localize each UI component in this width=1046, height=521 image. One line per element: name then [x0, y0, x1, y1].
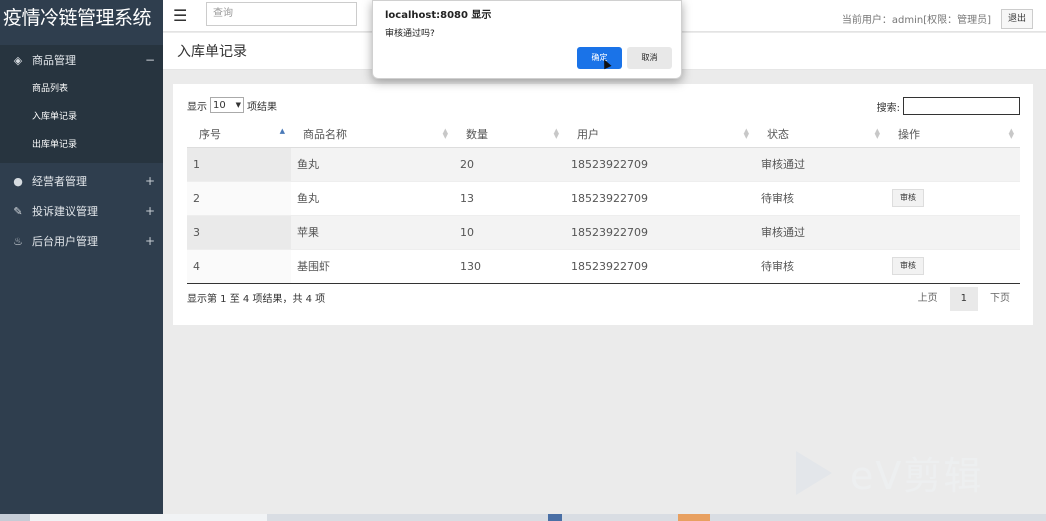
search-label: 搜索: — [876, 102, 900, 114]
cell-name: 基围虾 — [291, 248, 454, 284]
pagination: 上页 1 下页 — [908, 287, 1020, 311]
cell-name: 苹果 — [291, 214, 454, 249]
collapse-icon[interactable]: − — [145, 53, 155, 67]
edit-icon: ✎ — [13, 204, 23, 218]
records-panel: 显示 10 ▼ 项结果 搜索: 序号 ▲ 商品名称 ▲ ▼ 数量 ▲ ▼ 用户 … — [173, 84, 1033, 325]
page-title: 入库单记录 — [177, 44, 247, 60]
sidebar-group-goods[interactable]: ◈ 商品管理 − — [0, 45, 163, 75]
prev-page-button[interactable]: 上页 — [908, 287, 948, 311]
sort-asc-icon: ▲ — [279, 127, 285, 135]
table-row: 2 鱼丸 13 18523922709 待审核 审核 — [187, 180, 1020, 215]
length-suffix: 项结果 — [247, 101, 277, 113]
column-header-action[interactable]: 操作 ▲ ▼ — [886, 121, 1020, 148]
records-table: 序号 ▲ 商品名称 ▲ ▼ 数量 ▲ ▼ 用户 ▲ ▼ 状态 ▲ ▼ 操作 ▲ … — [187, 121, 1020, 284]
cell-status: 待审核 — [755, 248, 886, 284]
search-placeholder: 查询 — [213, 8, 233, 19]
sidebar-item-outbound-records[interactable]: 出库单记录 — [0, 131, 163, 159]
cell-id: 2 — [187, 180, 291, 215]
app-title: 疫情冷链管理系统 — [3, 7, 152, 29]
play-logo-icon — [796, 450, 832, 495]
sidebar-item-inbound-records[interactable]: 入库单记录 — [0, 103, 163, 131]
cell-name: 鱼丸 — [291, 146, 454, 181]
sidebar-nav: ◈ 商品管理 − 商品列表 入库单记录 出库单记录 ● 经营者管理 + ✎ 投诉… — [0, 45, 163, 256]
current-user-info: 当前用户：admin[权限：管理员] — [841, 15, 991, 26]
column-header-status[interactable]: 状态 ▲ ▼ — [755, 121, 886, 148]
cell-user: 18523922709 — [565, 180, 755, 215]
cell-user: 18523922709 — [565, 248, 755, 284]
sidebar-group-admin-users[interactable]: ♨ 后台用户管理 + — [0, 226, 163, 256]
expand-icon[interactable]: + — [145, 174, 155, 188]
column-header-name[interactable]: 商品名称 ▲ ▼ — [291, 121, 454, 148]
sidebar-subnav: 商品列表 入库单记录 出库单记录 — [0, 75, 163, 163]
cell-action: 审核 — [886, 180, 1020, 215]
expand-icon[interactable]: + — [145, 234, 155, 248]
cell-user: 18523922709 — [565, 146, 755, 181]
sidebar: 疫情冷链管理系统 ◈ 商品管理 − 商品列表 入库单记录 出库单记录 ● 经营者… — [0, 0, 163, 521]
confirm-dialog: localhost:8080 显示 审核通过吗? 确定 取消 — [372, 0, 682, 79]
table-info: 显示第 1 至 4 项结果，共 4 项 — [187, 294, 326, 305]
cell-status: 待审核 — [755, 180, 886, 215]
dialog-title: localhost:8080 显示 — [385, 10, 492, 21]
watermark: eV剪辑 — [796, 445, 983, 500]
cell-action: 审核 — [886, 248, 1020, 284]
menu-icon[interactable]: ☰ — [173, 6, 187, 25]
sort-icon: ▲ ▼ — [743, 127, 749, 140]
sidebar-group-operators[interactable]: ● 经营者管理 + — [0, 166, 163, 196]
column-header-qty[interactable]: 数量 ▲ ▼ — [454, 121, 565, 148]
page-length-select[interactable]: 10 ▼ — [210, 97, 244, 113]
confirm-ok-button[interactable]: 确定 — [577, 47, 622, 69]
sidebar-group-label: 投诉建议管理 — [32, 205, 98, 218]
cell-id: 3 — [187, 214, 291, 249]
search-input[interactable]: 查询 — [206, 2, 357, 26]
cell-qty: 20 — [454, 146, 565, 181]
page-length-control: 显示 10 ▼ 项结果 — [187, 97, 277, 113]
table-header-row: 序号 ▲ 商品名称 ▲ ▼ 数量 ▲ ▼ 用户 ▲ ▼ 状态 ▲ ▼ 操作 ▲ … — [187, 121, 1020, 148]
audit-button[interactable]: 审核 — [892, 189, 924, 207]
sidebar-group-label: 后台用户管理 — [32, 235, 98, 248]
table-row: 3 苹果 10 18523922709 审核通过 — [187, 214, 1020, 249]
cell-name: 鱼丸 — [291, 180, 454, 215]
user-icon: ● — [13, 174, 23, 188]
expand-icon[interactable]: + — [145, 204, 155, 218]
dialog-message: 审核通过吗? — [385, 29, 435, 39]
cell-status: 审核通过 — [755, 146, 886, 181]
confirm-cancel-button[interactable]: 取消 — [627, 47, 672, 69]
table-search-input[interactable] — [903, 97, 1020, 115]
cell-qty: 13 — [454, 180, 565, 215]
cell-qty: 10 — [454, 214, 565, 249]
cell-action — [886, 146, 1020, 181]
sort-icon: ▲ ▼ — [1008, 127, 1014, 140]
cell-user: 18523922709 — [565, 214, 755, 249]
fire-icon: ♨ — [13, 234, 23, 248]
chevron-down-icon: ▼ — [235, 101, 241, 109]
table-row: 4 基围虾 130 18523922709 待审核 审核 — [187, 248, 1020, 284]
cell-action — [886, 214, 1020, 249]
column-header-id[interactable]: 序号 ▲ — [187, 121, 291, 148]
page-length-value: 10 — [213, 99, 226, 111]
watermark-text: eV剪辑 — [850, 454, 984, 498]
sidebar-item-goods-list[interactable]: 商品列表 — [0, 75, 163, 103]
sort-icon: ▲ ▼ — [874, 127, 880, 140]
table-row: 1 鱼丸 20 18523922709 审核通过 — [187, 146, 1020, 181]
table-filter: 搜索: — [877, 97, 1020, 115]
taskbar — [0, 514, 1046, 521]
column-header-user[interactable]: 用户 ▲ ▼ — [565, 121, 755, 148]
sidebar-group-label: 商品管理 — [32, 54, 76, 67]
cell-qty: 130 — [454, 248, 565, 284]
cell-status: 审核通过 — [755, 214, 886, 249]
sidebar-group-complaints[interactable]: ✎ 投诉建议管理 + — [0, 196, 163, 226]
page-number-button[interactable]: 1 — [949, 287, 978, 311]
sort-icon: ▲ ▼ — [442, 127, 448, 140]
length-prefix: 显示 — [187, 101, 207, 113]
logout-button[interactable]: 退出 — [1000, 9, 1033, 29]
cell-id: 4 — [187, 248, 291, 284]
sidebar-group-label: 经营者管理 — [32, 175, 87, 188]
audit-button[interactable]: 审核 — [892, 257, 924, 275]
sort-icon: ▲ ▼ — [553, 127, 559, 140]
cell-id: 1 — [187, 146, 291, 181]
layers-icon: ◈ — [13, 53, 23, 67]
next-page-button[interactable]: 下页 — [980, 287, 1020, 311]
